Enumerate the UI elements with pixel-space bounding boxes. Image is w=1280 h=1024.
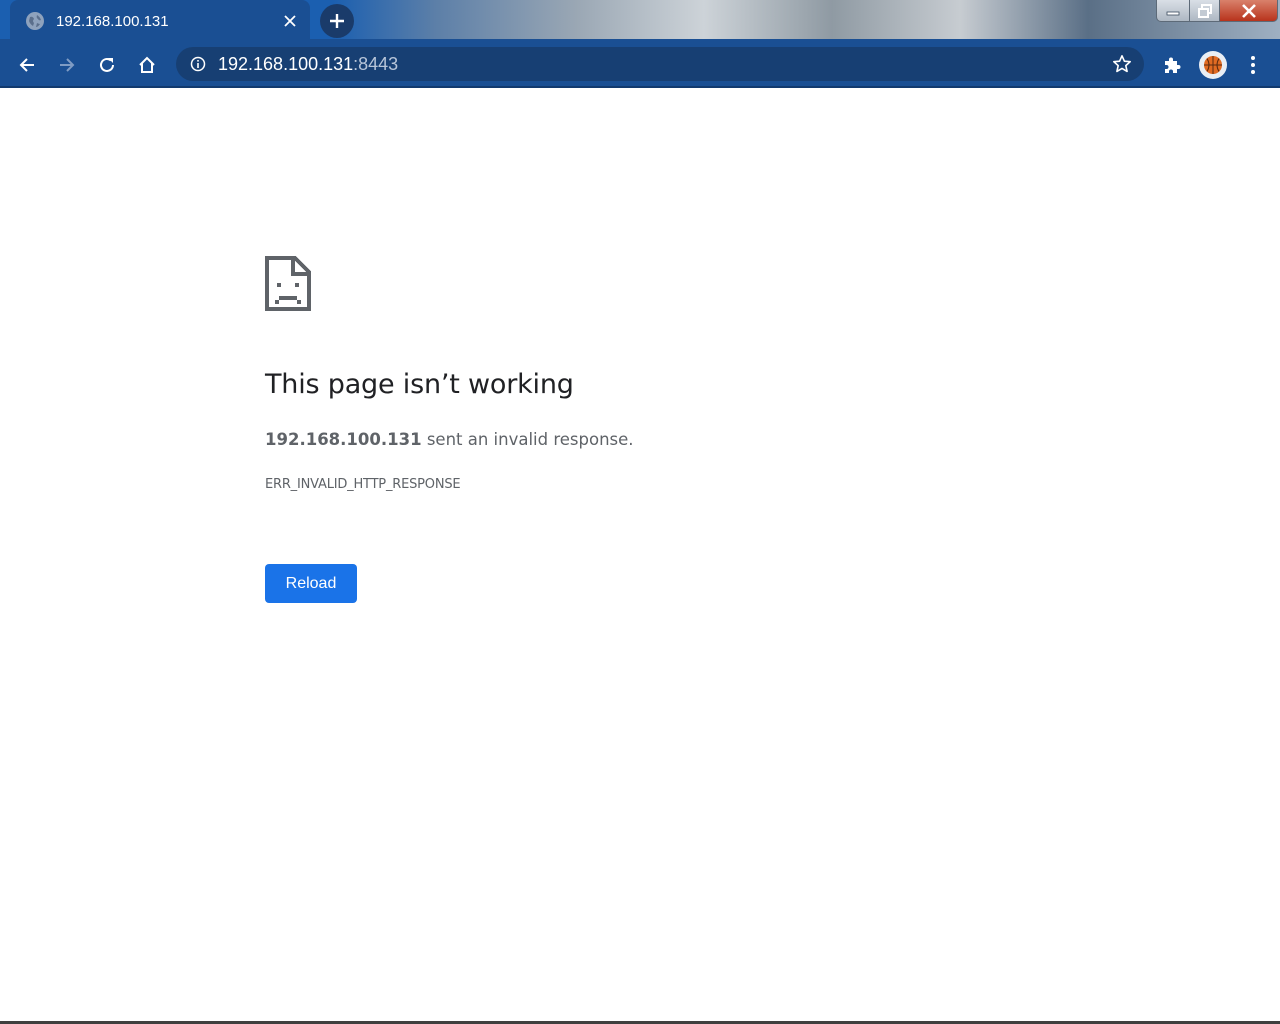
menu-kebab-icon xyxy=(1251,56,1255,74)
sad-page-icon xyxy=(265,256,311,311)
browser-toolbar: 192.168.100.131:8443 xyxy=(0,42,1280,88)
tab-active[interactable]: 192.168.100.131 xyxy=(10,0,310,42)
reload-icon xyxy=(100,57,114,72)
avatar[interactable] xyxy=(1199,51,1227,79)
back-arrow-icon xyxy=(19,58,34,72)
error-code: ERR_INVALID_HTTP_RESPONSE xyxy=(265,477,461,492)
url-host: 192.168.100.131 xyxy=(218,53,354,74)
plus-icon xyxy=(330,14,344,28)
tab-close-icon[interactable] xyxy=(278,9,302,33)
minimize-button[interactable] xyxy=(1156,0,1190,22)
tab-title: 192.168.100.131 xyxy=(56,12,169,30)
reload-page-button[interactable]: Reload xyxy=(265,564,357,603)
profile-basketball-icon xyxy=(1204,56,1222,74)
new-tab-button[interactable] xyxy=(320,4,354,38)
home-icon xyxy=(139,56,155,73)
error-host: 192.168.100.131 xyxy=(265,430,422,449)
maximize-icon xyxy=(1197,3,1212,18)
minimize-icon xyxy=(1166,11,1180,15)
error-heading: This page isn’t working xyxy=(265,369,574,400)
error-summary-text: sent an invalid response. xyxy=(421,430,634,449)
window-close-button[interactable] xyxy=(1220,0,1278,22)
home-button[interactable] xyxy=(131,49,163,81)
window-close-icon xyxy=(1241,3,1256,18)
maximize-button[interactable] xyxy=(1190,0,1220,22)
url-port: :8443 xyxy=(353,53,399,74)
forward-button[interactable] xyxy=(51,49,83,81)
error-summary: 192.168.100.131 sent an invalid response… xyxy=(265,430,634,449)
title-bar: 192.168.100.131 xyxy=(0,0,1280,42)
address-bar[interactable]: 192.168.100.131:8443 xyxy=(176,47,1144,81)
reload-button[interactable] xyxy=(91,49,123,81)
extensions-puzzle-icon xyxy=(1165,57,1181,73)
window-controls xyxy=(1156,0,1278,22)
error-page: This page isn’t working 192.168.100.131 … xyxy=(0,90,1280,1022)
extensions-button[interactable] xyxy=(1156,49,1188,81)
menu-button[interactable] xyxy=(1237,49,1269,81)
back-button[interactable] xyxy=(11,49,43,81)
star-icon[interactable] xyxy=(1112,54,1132,74)
info-icon[interactable] xyxy=(189,55,207,73)
forward-arrow-icon xyxy=(60,58,75,72)
url-text: 192.168.100.131:8443 xyxy=(218,54,398,75)
globe-icon xyxy=(26,12,44,30)
